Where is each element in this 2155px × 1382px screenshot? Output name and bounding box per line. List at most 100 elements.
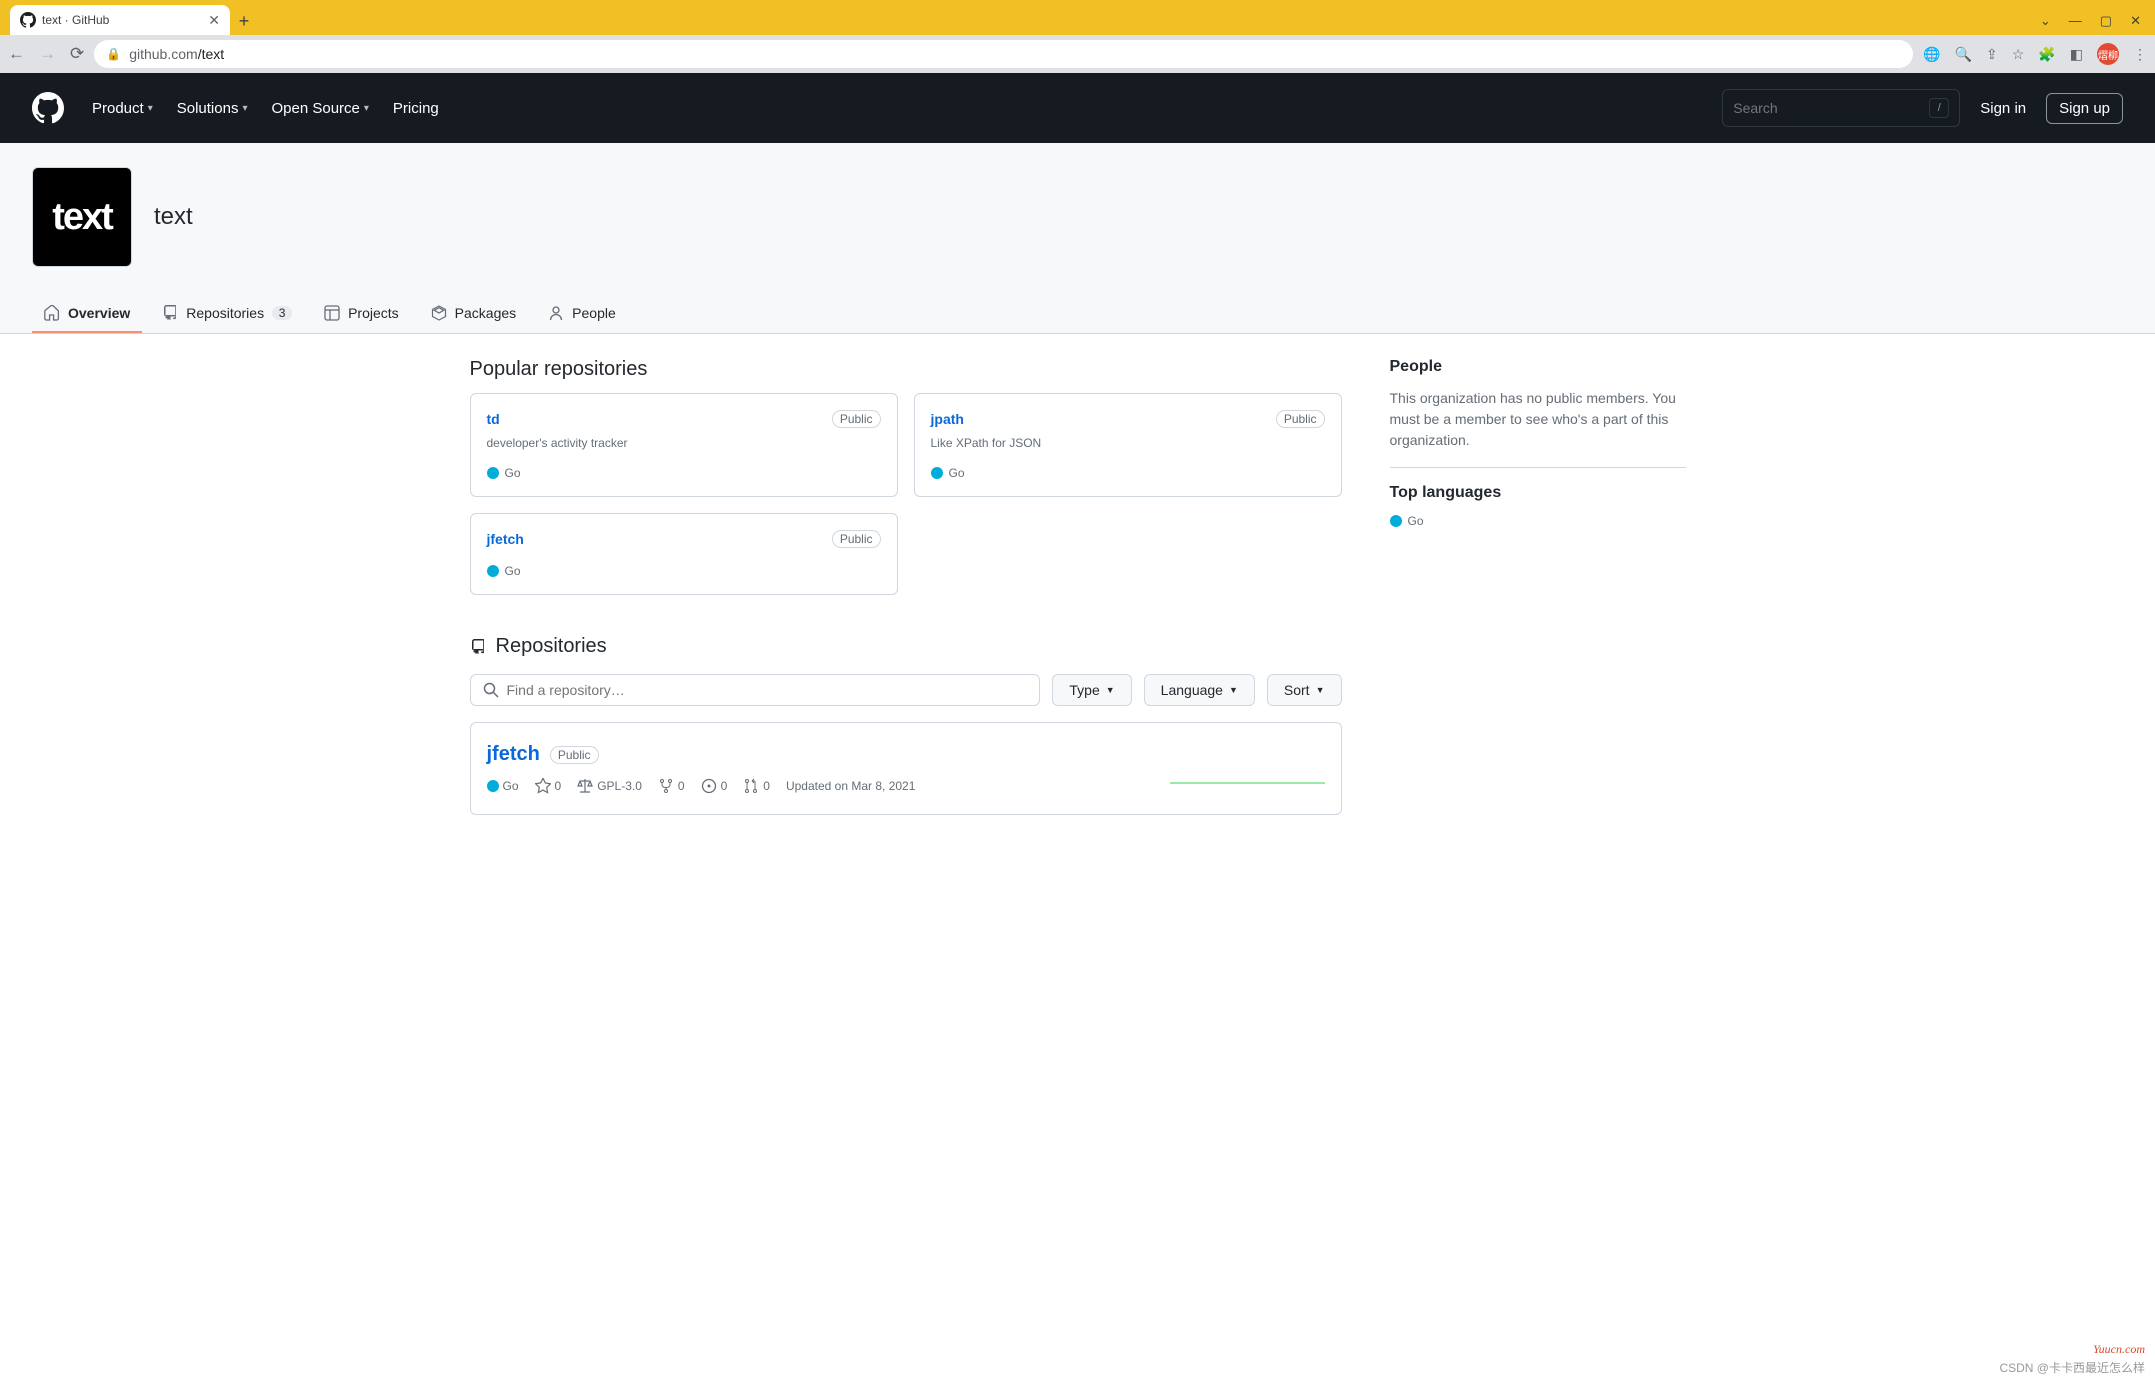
- sidebar-people-text: This organization has no public members.…: [1390, 388, 1686, 451]
- new-tab-button[interactable]: +: [230, 7, 258, 35]
- repo-link-jpath[interactable]: jpath: [931, 411, 964, 427]
- repo-description: developer's activity tracker: [487, 436, 881, 450]
- home-icon: [44, 305, 60, 321]
- close-window-icon[interactable]: ✕: [2130, 13, 2141, 29]
- chevron-down-icon: ▼: [1106, 685, 1115, 695]
- chevron-down-icon[interactable]: ⌄: [2040, 13, 2051, 29]
- person-icon: [548, 305, 564, 321]
- sidepanel-icon[interactable]: ◧: [2070, 46, 2083, 63]
- fork-icon: [658, 778, 674, 794]
- sign-up-button[interactable]: Sign up: [2046, 93, 2123, 124]
- org-header: text text Overview Repositories 3 Projec…: [0, 143, 2155, 334]
- repo-count-badge: 3: [272, 306, 292, 320]
- lang-name: Go: [505, 466, 521, 480]
- watermark: CSDN @卡卡西最近怎么样: [1999, 1359, 2145, 1376]
- star-icon: [535, 778, 551, 794]
- lang-name: Go: [949, 466, 965, 480]
- reload-icon[interactable]: ⟳: [70, 44, 84, 64]
- lock-icon: 🔒: [106, 47, 121, 61]
- github-header: Product▾ Solutions▾ Open Source▾ Pricing…: [0, 73, 2155, 143]
- tab-close-icon[interactable]: ✕: [208, 12, 220, 29]
- repo-link-td[interactable]: td: [487, 411, 500, 427]
- repo-icon: [162, 305, 178, 321]
- profile-avatar[interactable]: 熠柳: [2097, 43, 2119, 65]
- share-icon[interactable]: ⇪: [1986, 46, 1998, 63]
- chevron-down-icon: ▼: [1229, 685, 1238, 695]
- sidebar-languages-heading: Top languages: [1390, 484, 1686, 502]
- find-repo-field[interactable]: [507, 682, 1028, 698]
- pulls-link[interactable]: 0: [743, 778, 770, 794]
- forks-link[interactable]: 0: [658, 778, 685, 794]
- type-filter-button[interactable]: Type▼: [1052, 674, 1131, 706]
- org-name: text: [154, 203, 193, 231]
- header-search[interactable]: /: [1722, 89, 1960, 127]
- minimize-icon[interactable]: —: [2069, 13, 2082, 29]
- repo-list: jfetch Public Go 0 GPL-3.0 0 0 0 Updated…: [470, 722, 1342, 815]
- visibility-label: Public: [1276, 410, 1325, 428]
- chevron-down-icon: ▼: [1316, 685, 1325, 695]
- nav-opensource[interactable]: Open Source▾: [271, 100, 368, 117]
- language-filter-button[interactable]: Language▼: [1144, 674, 1255, 706]
- primary-nav: Product▾ Solutions▾ Open Source▾ Pricing: [92, 100, 439, 117]
- lang-color-dot: [487, 565, 499, 577]
- translate-icon[interactable]: 🌐: [1923, 46, 1940, 63]
- sort-filter-button[interactable]: Sort▼: [1267, 674, 1342, 706]
- law-icon: [577, 778, 593, 794]
- org-tabs: Overview Repositories 3 Projects Package…: [32, 295, 2123, 333]
- repo-link-jfetch[interactable]: jfetch: [487, 743, 540, 766]
- license-meta: GPL-3.0: [577, 778, 642, 794]
- package-icon: [431, 305, 447, 321]
- visibility-label: Public: [550, 746, 599, 764]
- nav-solutions[interactable]: Solutions▾: [177, 100, 248, 117]
- tab-projects[interactable]: Projects: [312, 295, 411, 333]
- visibility-label: Public: [832, 410, 881, 428]
- tab-packages[interactable]: Packages: [419, 295, 528, 333]
- tab-people[interactable]: People: [536, 295, 628, 333]
- tab-title: text · GitHub: [42, 13, 202, 27]
- search-icon: [483, 682, 499, 698]
- address-bar[interactable]: 🔒 github.com/text: [94, 40, 1913, 68]
- sign-in-link[interactable]: Sign in: [1980, 100, 2026, 117]
- find-repo-input[interactable]: [470, 674, 1041, 706]
- issues-link[interactable]: 0: [701, 778, 728, 794]
- tab-repositories[interactable]: Repositories 3: [150, 295, 304, 333]
- watermark: Yuucn.com: [2093, 1342, 2145, 1357]
- lang-name: Go: [505, 564, 521, 578]
- github-logo-icon[interactable]: [32, 92, 64, 124]
- forward-icon[interactable]: →: [39, 44, 56, 64]
- back-icon[interactable]: ←: [8, 44, 25, 64]
- kebab-menu-icon[interactable]: ⋮: [2133, 46, 2147, 63]
- url-text: github.com/text: [129, 46, 224, 62]
- updated-meta: Updated on Mar 8, 2021: [786, 779, 915, 793]
- bookmark-icon[interactable]: ☆: [2012, 46, 2025, 63]
- search-input[interactable]: [1733, 100, 1929, 116]
- lang-meta: Go: [487, 779, 519, 793]
- maximize-icon[interactable]: ▢: [2100, 13, 2112, 29]
- issue-icon: [701, 778, 717, 794]
- browser-tab[interactable]: text · GitHub ✕: [10, 5, 230, 35]
- table-icon: [324, 305, 340, 321]
- extensions-icon[interactable]: 🧩: [2038, 46, 2055, 63]
- github-favicon-icon: [20, 12, 36, 28]
- browser-tab-strip: text · GitHub ✕ + ⌄ — ▢ ✕: [0, 0, 2155, 35]
- chevron-down-icon: ▾: [242, 103, 247, 114]
- stars-link[interactable]: 0: [535, 778, 562, 794]
- popular-repos-grid: td Public developer's activity tracker G…: [470, 393, 1342, 595]
- repositories-heading: Repositories: [470, 635, 1342, 658]
- repo-link-jfetch[interactable]: jfetch: [487, 531, 524, 547]
- chevron-down-icon: ▾: [364, 103, 369, 114]
- pinned-repo-card: td Public developer's activity tracker G…: [470, 393, 898, 497]
- activity-sparkline: [1170, 754, 1325, 784]
- nav-pricing[interactable]: Pricing: [393, 100, 439, 117]
- sidebar-people: People This organization has no public m…: [1390, 358, 1686, 451]
- lang-color-dot: [931, 467, 943, 479]
- window-controls: ⌄ — ▢ ✕: [2026, 13, 2155, 35]
- tab-overview[interactable]: Overview: [32, 295, 142, 333]
- pinned-repo-card: jpath Public Like XPath for JSON Go: [914, 393, 1342, 497]
- nav-product[interactable]: Product▾: [92, 100, 153, 117]
- zoom-icon[interactable]: 🔍: [1955, 46, 1972, 63]
- org-avatar: text: [32, 167, 132, 267]
- sidebar-people-heading: People: [1390, 358, 1686, 376]
- visibility-label: Public: [832, 530, 881, 548]
- pinned-repo-card: jfetch Public Go: [470, 513, 898, 595]
